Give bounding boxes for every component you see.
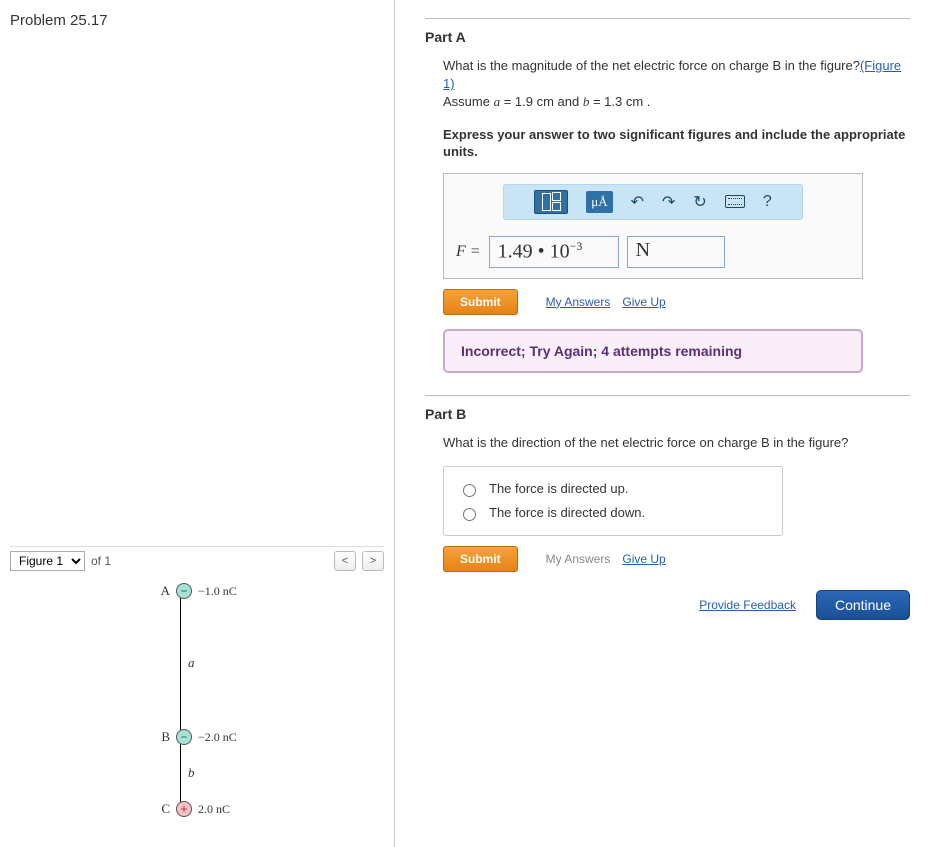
provide-feedback-link[interactable]: Provide Feedback <box>699 598 796 612</box>
charge-a-icon: − <box>176 583 192 599</box>
distance-b-label: b <box>188 765 195 781</box>
figure-diagram: A − −1.0 nC a B − −2.0 nC b C + 2.0 nC <box>20 579 374 839</box>
part-b-title: Part B <box>425 406 910 422</box>
figure-panel: Figure 1 of 1 < > A − −1.0 nC a B − <box>10 546 384 839</box>
submit-button-a[interactable]: Submit <box>443 289 518 315</box>
figure-next-button[interactable]: > <box>362 551 384 571</box>
give-up-link-b[interactable]: Give Up <box>622 552 665 566</box>
figure-select[interactable]: Figure 1 <box>10 551 85 571</box>
part-a-title: Part A <box>425 29 910 45</box>
distance-a-label: a <box>188 655 195 671</box>
radio-up-input[interactable] <box>463 484 476 497</box>
part-b-prompt: What is the direction of the net electri… <box>443 434 910 452</box>
part-a-prompt: What is the magnitude of the net electri… <box>443 57 910 93</box>
templates-icon[interactable] <box>534 190 568 214</box>
continue-button[interactable]: Continue <box>816 590 910 620</box>
part-a-instruction: Express your answer to two significant f… <box>443 126 910 161</box>
charge-c-icon: + <box>176 801 192 817</box>
radio-up-label: The force is directed up. <box>489 481 628 496</box>
radio-down-label: The force is directed down. <box>489 505 645 520</box>
right-pane: Part A What is the magnitude of the net … <box>395 0 928 847</box>
submit-button-b[interactable]: Submit <box>443 546 518 572</box>
keyboard-icon[interactable] <box>725 195 745 208</box>
help-icon[interactable]: ? <box>763 193 772 211</box>
charge-a-label: A <box>150 583 170 599</box>
answer-box: μÅ ↶ ↷ ↻ ? F = 1.49 • 10−3 N <box>443 173 863 279</box>
part-a-assume: Assume a = 1.9 cm and b = 1.3 cm . <box>443 93 910 111</box>
radio-option-down[interactable]: The force is directed down. <box>458 501 768 525</box>
charge-a-value: −1.0 nC <box>198 584 237 599</box>
my-answers-link-a[interactable]: My Answers <box>546 295 611 309</box>
feedback-message: Incorrect; Try Again; 4 attempts remaini… <box>443 329 863 373</box>
left-pane: Problem 25.17 Figure 1 of 1 < > A − −1.0… <box>0 0 395 847</box>
answer-toolbar: μÅ ↶ ↷ ↻ ? <box>503 184 803 220</box>
charge-b-label: B <box>150 729 170 745</box>
redo-icon[interactable]: ↷ <box>662 192 675 212</box>
reset-icon[interactable]: ↻ <box>693 192 706 212</box>
radio-group: The force is directed up. The force is d… <box>443 466 783 536</box>
charge-c-label: C <box>150 801 170 817</box>
radio-option-up[interactable]: The force is directed up. <box>458 477 768 501</box>
problem-title: Problem 25.17 <box>10 12 384 29</box>
figure-count: of 1 <box>91 554 111 568</box>
give-up-link-a[interactable]: Give Up <box>622 295 665 309</box>
figure-prev-button[interactable]: < <box>334 551 356 571</box>
radio-down-input[interactable] <box>463 508 476 521</box>
value-input[interactable]: 1.49 • 10−3 <box>489 236 619 268</box>
unit-input[interactable]: N <box>627 236 725 268</box>
f-equals-label: F = <box>456 243 481 261</box>
units-button[interactable]: μÅ <box>586 191 612 213</box>
my-answers-link-b: My Answers <box>546 552 611 566</box>
charge-b-value: −2.0 nC <box>198 730 237 745</box>
charge-b-icon: − <box>176 729 192 745</box>
undo-icon[interactable]: ↶ <box>631 192 644 212</box>
charge-c-value: 2.0 nC <box>198 802 230 817</box>
